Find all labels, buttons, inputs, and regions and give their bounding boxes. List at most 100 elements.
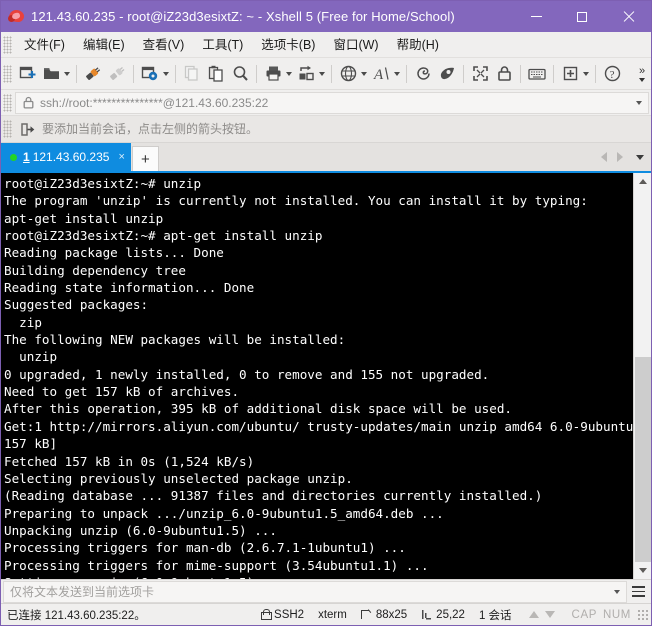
scrollbar-up-button[interactable] [633,173,651,190]
menu-file[interactable]: 文件(F) [15,34,74,56]
copy-button[interactable] [180,61,204,87]
print-icon [266,66,280,81]
open-session-dropdown-caret[interactable] [64,71,70,76]
terminal-line: 0 upgraded, 1 newly installed, 0 to remo… [4,366,490,382]
resize-grip-icon[interactable] [637,608,649,621]
minimize-button[interactable] [513,1,559,32]
app-icon [1,1,31,32]
send-command-input[interactable]: 仅将文本发送到当前选项卡 [3,580,627,603]
add-to-session-icon[interactable] [20,122,35,137]
status-caps-lock: CAP [572,609,597,621]
terminal-line: Processing triggers for man-db (2.6.7.1-… [4,540,406,556]
tab-number: 1 [23,150,30,164]
terminal-line: root@iZ23d3esixtZ:~# apt-get install unz… [4,228,323,244]
address-lock-icon [23,96,34,109]
new-tab-button[interactable]: + [131,146,159,171]
paste-icon [208,65,223,82]
add-pane-button[interactable] [558,61,582,87]
disconnect-button[interactable] [105,61,129,87]
help-button[interactable]: ? [600,61,624,87]
arrow-down-icon [544,611,555,618]
fullscreen-button[interactable] [468,61,492,87]
add-pane-icon [563,66,577,81]
tab-121-43-60-235[interactable]: 1 121.43.60.235 × [1,143,131,171]
new-session-button[interactable] [15,61,39,87]
terminal-line: unzip [4,349,58,365]
add-pane-dropdown-caret[interactable] [583,71,589,76]
chevron-up-icon [638,179,647,184]
chevron-down-icon [638,568,647,573]
menu-edit[interactable]: 编辑(E) [74,34,134,56]
globe-dropdown-caret[interactable] [361,71,367,76]
font-button[interactable]: A [369,61,393,87]
terminal-line: 157 kB] [4,436,58,452]
noticebar-drag-handle[interactable] [3,120,12,138]
svg-text:A: A [373,67,384,82]
connect-button[interactable] [81,61,105,87]
status-bar: 已连接 121.43.60.235:22。 SSH2 xterm 88x25 2… [1,603,651,625]
scrollbar-track[interactable] [634,190,652,562]
menu-window[interactable]: 窗口(W) [324,34,387,56]
cap-label: CAP [571,608,597,621]
terminal-line: Preparing to unpack .../unzip_6.0-9ubunt… [4,505,444,521]
lock-button[interactable] [492,61,516,87]
addressbar-drag-handle[interactable] [3,93,12,112]
status-cursor-text: 25,22 [436,608,465,621]
menu-drag-handle[interactable] [3,35,12,54]
triangle-left-icon[interactable] [601,152,607,162]
keyboard-button[interactable] [525,61,549,87]
send-dropdown-caret[interactable] [614,589,620,594]
print-button[interactable] [261,61,285,87]
help-icon: ? [604,65,620,82]
print-dropdown-caret[interactable] [286,71,292,76]
transfer-dropdown-caret[interactable] [319,71,325,76]
maximize-button[interactable] [559,1,605,32]
toolbar-separator [133,64,134,83]
terminal-output[interactable]: root@iZ23d3esixtZ:~# unzip The program 'u… [1,173,633,579]
address-input[interactable]: ssh://root:***************@121.43.60.235… [15,91,649,114]
menu-view[interactable]: 查看(V) [134,34,194,56]
xshell-window: 121.43.60.235 - root@iZ23d3esixtZ: ~ - X… [0,0,652,626]
open-session-button[interactable] [39,61,63,87]
terminal-line: Setting up unzip (6.0-9ubuntu1.5) ... [4,574,633,579]
terminal-line: (Reading database ... 91387 files and di… [4,488,543,504]
properties-dropdown-caret[interactable] [163,71,169,76]
tab-close-icon[interactable]: × [118,151,124,163]
menu-tabs[interactable]: 选项卡(B) [252,34,324,56]
scrollbar-down-button[interactable] [633,562,651,579]
highlight-button[interactable] [435,61,459,87]
maximize-icon [577,11,587,22]
address-dropdown-caret[interactable] [636,100,642,105]
toolbar-overflow-button[interactable]: » [635,58,649,90]
status-terminal-type: xterm [318,609,347,621]
status-transfer-indicators [526,611,558,618]
terminal-scrollbar[interactable] [633,173,651,579]
terminal-line: root@iZ23d3esixtZ:~# unzip [4,176,202,191]
status-connection: 已连接 121.43.60.235:22。 [1,607,146,623]
terminal-line: Selecting previously unselected package … [4,470,353,486]
terminal-line: apt-get install unzip [4,210,164,226]
connected-dot-icon [10,153,17,161]
toolbar-drag-handle[interactable] [3,64,12,83]
menu-tools[interactable]: 工具(T) [193,34,252,56]
scrollbar-thumb[interactable] [634,357,651,562]
toolbar-separator [175,64,176,83]
status-terminal-type-text: xterm [318,608,347,621]
window-title: 121.43.60.235 - root@iZ23d3esixtZ: ~ - X… [31,9,455,24]
font-dropdown-caret[interactable] [394,71,400,76]
status-protocol: SSH2 [261,609,304,621]
file-transfer-button[interactable] [294,61,318,87]
compose-button[interactable] [411,61,435,87]
find-button[interactable] [228,61,252,87]
hamburger-menu-icon[interactable] [628,581,648,603]
close-button[interactable] [605,1,651,32]
toolbar: A ? » [1,58,651,90]
globe-button[interactable] [336,61,360,87]
tab-list-chevron-down-icon[interactable] [636,154,644,160]
triangle-right-icon[interactable] [617,152,623,162]
menu-help[interactable]: 帮助(H) [388,34,448,56]
paste-button[interactable] [204,61,228,87]
session-properties-icon [141,66,158,81]
lock-icon [497,66,511,81]
session-properties-button[interactable] [138,61,162,87]
